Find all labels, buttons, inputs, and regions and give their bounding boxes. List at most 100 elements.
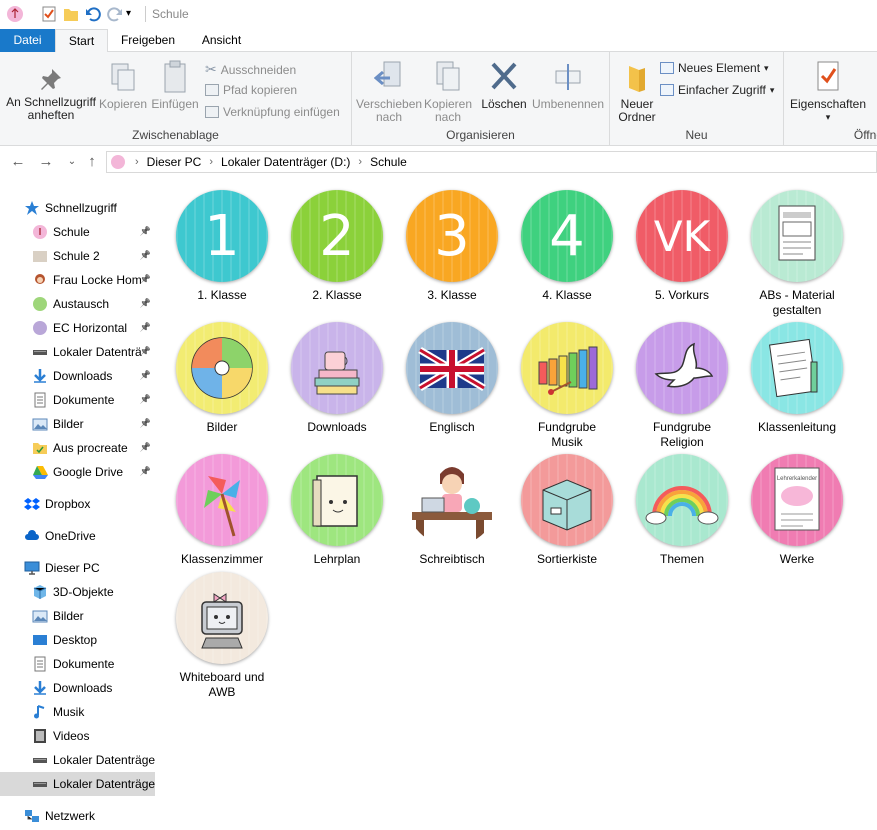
folder-item[interactable]: ABs - Material gestalten: [741, 190, 853, 318]
sidebar-item[interactable]: Dokumente: [0, 652, 155, 676]
pin-icon[interactable]: 📌: [140, 394, 151, 405]
pin-icon[interactable]: 📌: [140, 418, 151, 429]
paste-shortcut-button[interactable]: Verknüpfung einfügen: [205, 105, 340, 119]
breadcrumb-drive[interactable]: Lokaler Datenträger (D:): [221, 155, 350, 169]
vertical-scrollbar[interactable]: [862, 180, 877, 830]
sidebar-item[interactable]: Schnellzugriff: [0, 196, 155, 220]
folder-item[interactable]: Whiteboard und AWB: [166, 572, 278, 700]
sidebar-item[interactable]: Schule 2 📌: [0, 244, 155, 268]
pin-icon[interactable]: 📌: [140, 298, 151, 309]
pin-icon[interactable]: 📌: [140, 322, 151, 333]
folder-item[interactable]: 3 3. Klasse: [396, 190, 508, 303]
new-folder-qa-icon[interactable]: [62, 5, 80, 23]
number-3-icon: 3: [406, 190, 498, 282]
pin-icon[interactable]: 📌: [140, 226, 151, 237]
sidebar-item-label: EC Horizontal: [53, 321, 128, 335]
folder-item[interactable]: Englisch: [396, 322, 508, 435]
folder-item[interactable]: Themen: [626, 454, 738, 567]
copy-to-button[interactable]: Kopieren nach: [420, 60, 476, 124]
copy-button[interactable]: Kopieren: [98, 62, 148, 111]
folder-item[interactable]: Lehrerkalender Werke: [741, 454, 853, 567]
sidebar-item[interactable]: Desktop: [0, 628, 155, 652]
tab-start[interactable]: Start: [55, 29, 108, 53]
folder-item[interactable]: Lehrplan: [281, 454, 393, 567]
forward-arrow-icon[interactable]: →: [36, 152, 56, 172]
sidebar-item[interactable]: Frau Locke Hom 📌: [0, 268, 155, 292]
sidebar-item[interactable]: Videos: [0, 724, 155, 748]
sidebar-item[interactable]: Netzwerk: [0, 804, 155, 828]
sidebar-item-label: Dokumente: [53, 657, 115, 671]
pin-icon[interactable]: 📌: [140, 370, 151, 381]
folder-item[interactable]: 2 2. Klasse: [281, 190, 393, 303]
folder-item[interactable]: 4 4. Klasse: [511, 190, 623, 303]
sidebar-item[interactable]: Dieser PC: [0, 556, 155, 580]
sidebar-item[interactable]: EC Horizontal 📌: [0, 316, 155, 340]
customize-qa-icon[interactable]: ▾: [126, 5, 144, 23]
sidebar-item[interactable]: Bilder: [0, 604, 155, 628]
sidebar-item[interactable]: Austausch 📌: [0, 292, 155, 316]
sidebar-item[interactable]: Google Drive 📌: [0, 460, 155, 484]
tab-view[interactable]: Ansicht: [190, 29, 253, 52]
sidebar-item[interactable]: Lokaler Datenträge: [0, 772, 155, 796]
folder-illustration: [521, 322, 613, 414]
pin-quick-access-button[interactable]: An Schnellzugriff anheften: [4, 66, 98, 122]
star-icon: [24, 200, 40, 216]
new-item-button[interactable]: Neues Element ▾: [660, 61, 769, 75]
tab-file[interactable]: Datei: [0, 29, 55, 52]
breadcrumb-schule[interactable]: Schule: [370, 155, 407, 169]
teacher-desk-icon: [406, 454, 498, 546]
sidebar-item[interactable]: Downloads 📌: [0, 364, 155, 388]
cut-button[interactable]: ✂ Ausschneiden: [205, 61, 296, 78]
sidebar-item[interactable]: Downloads: [0, 676, 155, 700]
folder-item[interactable]: Schreibtisch: [396, 454, 508, 567]
properties-qa-icon[interactable]: [40, 5, 58, 23]
folder-item[interactable]: Klassenzimmer: [166, 454, 278, 567]
properties-icon: [817, 61, 839, 91]
recent-chevron-icon[interactable]: ⌄: [62, 152, 82, 172]
sidebar-item[interactable]: Musik: [0, 700, 155, 724]
pin-icon[interactable]: 📌: [140, 442, 151, 453]
new-folder-button[interactable]: Neuer Ordner: [614, 60, 660, 124]
ribbon: An Schnellzugriff anheften Kopieren Einf…: [0, 52, 877, 146]
folder-item[interactable]: Klassenleitung: [741, 322, 853, 435]
sidebar-item[interactable]: Dokumente 📌: [0, 388, 155, 412]
redo-icon[interactable]: [106, 5, 124, 23]
properties-button[interactable]: Eigenschaften ▾: [788, 60, 868, 124]
pin-icon[interactable]: 📌: [140, 346, 151, 357]
folder-item[interactable]: Fundgrube Musik: [511, 322, 623, 450]
paste-button[interactable]: Einfügen: [150, 60, 200, 111]
desktop-icon: [32, 632, 48, 648]
address-bar[interactable]: › Dieser PC › Lokaler Datenträger (D:) ›…: [106, 151, 877, 173]
pin-icon[interactable]: 📌: [140, 250, 151, 261]
folder-item[interactable]: Bilder: [166, 322, 278, 435]
organize-group: Verschieben nach Kopieren nach Löschen U…: [352, 52, 610, 146]
app-icon[interactable]: [6, 5, 24, 23]
folder-item[interactable]: 1 1. Klasse: [166, 190, 278, 303]
pin-icon[interactable]: 📌: [140, 466, 151, 477]
folder-item[interactable]: Downloads: [281, 322, 393, 435]
rename-button[interactable]: Umbenennen: [530, 60, 606, 111]
sidebar-item[interactable]: 3D-Objekte: [0, 580, 155, 604]
sidebar-item[interactable]: Lokaler Datenträge: [0, 748, 155, 772]
folder-item[interactable]: VK 5. Vorkurs: [626, 190, 738, 303]
sidebar-item[interactable]: Dropbox: [0, 492, 155, 516]
back-arrow-icon[interactable]: ←: [8, 152, 28, 172]
folder-item[interactable]: Sortierkiste: [511, 454, 623, 567]
delete-button[interactable]: Löschen: [478, 60, 530, 111]
folder-item[interactable]: Fundgrube Religion: [626, 322, 738, 450]
undo-icon[interactable]: [84, 5, 102, 23]
folder-label: Fundgrube Musik: [537, 420, 597, 449]
easy-access-button[interactable]: Einfacher Zugriff ▾: [660, 83, 774, 97]
sidebar-item[interactable]: Lokaler Datenträ 📌: [0, 340, 155, 364]
sidebar-item[interactable]: Bilder 📌: [0, 412, 155, 436]
up-arrow-icon[interactable]: ↑: [82, 152, 102, 172]
copy-path-button[interactable]: Pfad kopieren: [205, 83, 297, 97]
pin-icon[interactable]: 📌: [140, 274, 151, 285]
sidebar-item[interactable]: Schule 📌: [0, 220, 155, 244]
move-to-button[interactable]: Verschieben nach: [356, 60, 422, 124]
sidebar-item[interactable]: Aus procreate 📌: [0, 436, 155, 460]
folder-glyph: 2: [319, 203, 355, 269]
sidebar-item[interactable]: OneDrive: [0, 524, 155, 548]
breadcrumb-this-pc[interactable]: Dieser PC: [147, 155, 202, 169]
tab-share[interactable]: Freigeben: [110, 29, 186, 52]
